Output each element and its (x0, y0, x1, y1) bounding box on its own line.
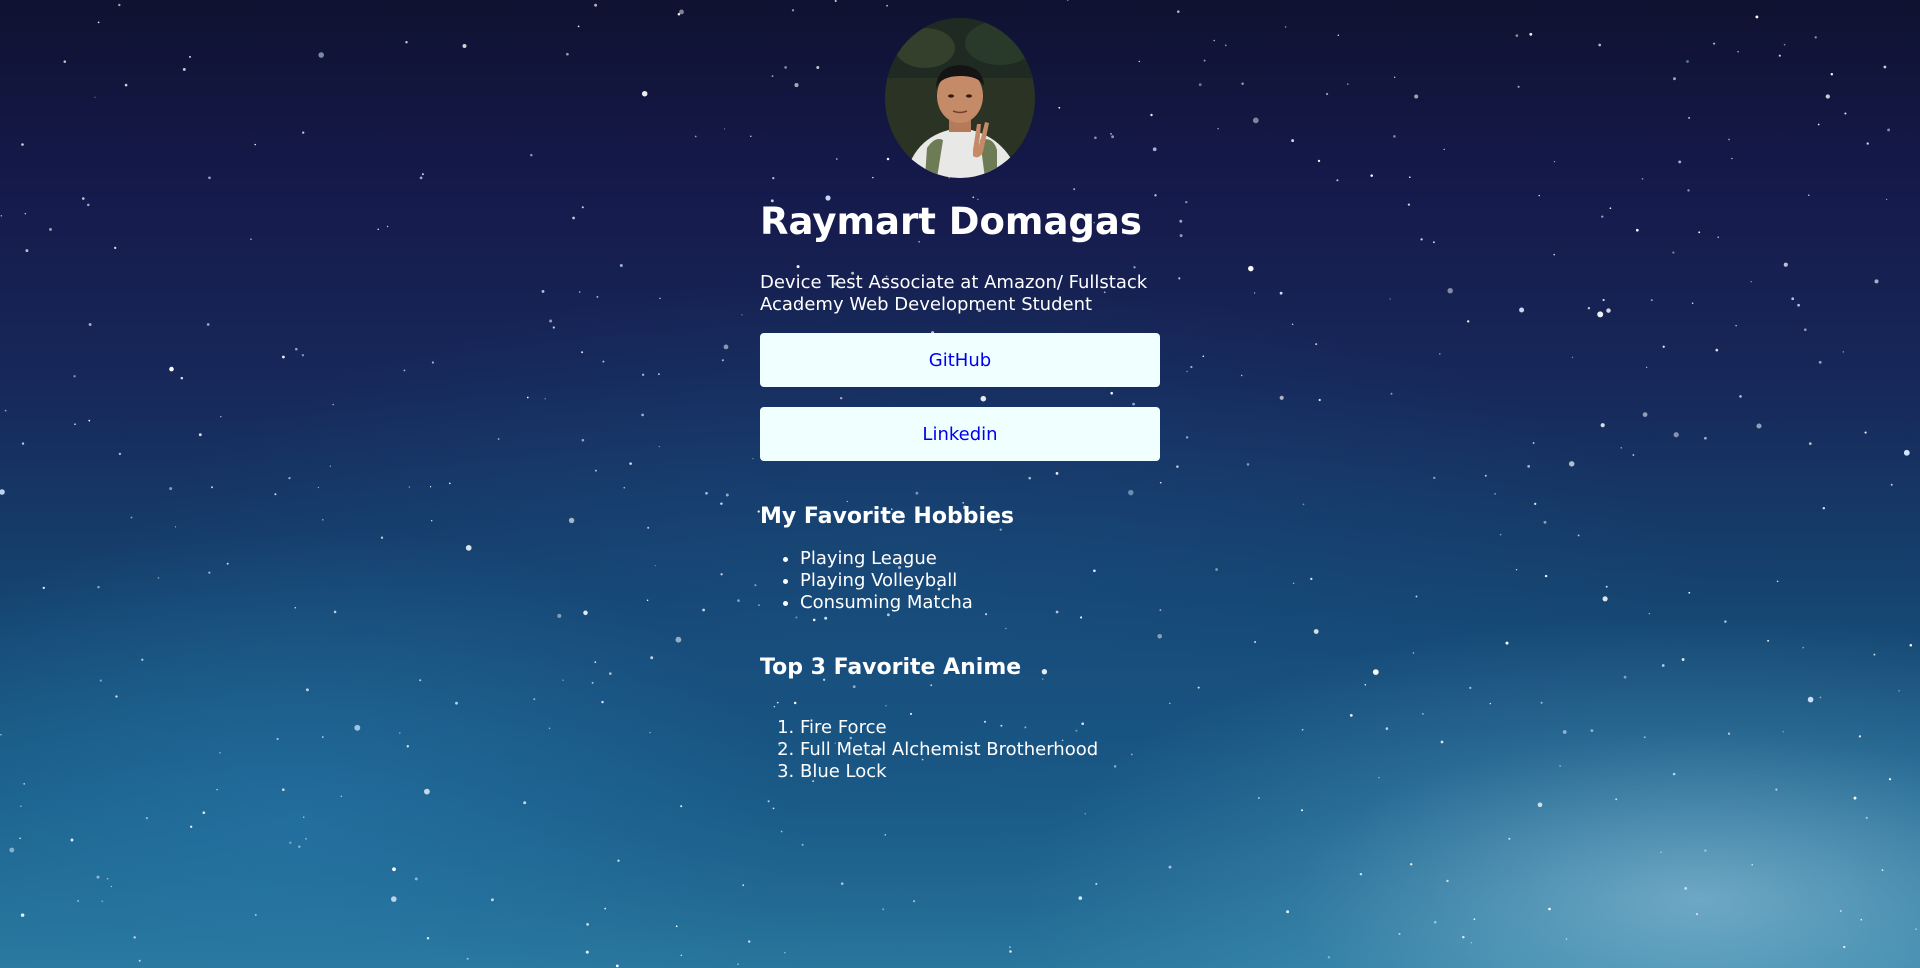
profile-name: Raymart Domagas (760, 200, 1142, 243)
list-item: Blue Lock (800, 761, 1098, 783)
anime-heading: Top 3 Favorite Anime (760, 655, 1022, 680)
list-item: Full Metal Alchemist Brotherhood (800, 739, 1098, 761)
anime-list: Fire Force Full Metal Alchemist Brotherh… (760, 717, 1098, 783)
list-item: Playing League (800, 548, 973, 570)
list-item: Consuming Matcha (800, 592, 973, 614)
avatar (885, 18, 1035, 178)
list-item: Playing Volleyball (800, 570, 973, 592)
hobbies-heading: My Favorite Hobbies (760, 504, 1014, 529)
list-item: Fire Force (800, 717, 1098, 739)
linkedin-link-button[interactable]: Linkedin (760, 407, 1160, 461)
hobbies-list: Playing League Playing Volleyball Consum… (760, 548, 973, 614)
github-link-button[interactable]: GitHub (760, 333, 1160, 387)
profile-bio: Device Test Associate at Amazon/ Fullsta… (760, 272, 1148, 315)
profile-photo (885, 18, 1035, 178)
